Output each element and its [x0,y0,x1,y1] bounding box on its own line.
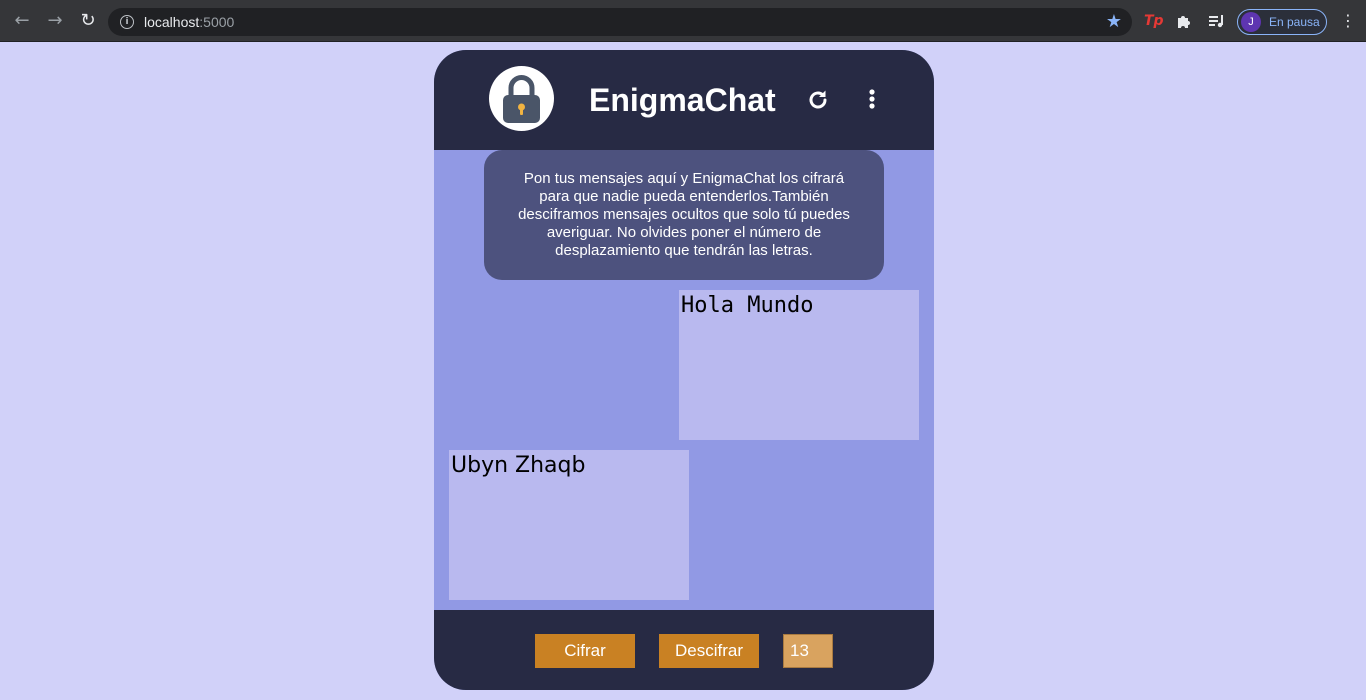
app-header: EnigmaChat [434,50,934,150]
message-output[interactable]: Ubyn Zhaqb [449,450,689,600]
intro-message: Pon tus mensajes aquí y EnigmaChat los c… [484,150,884,280]
media-queue-icon[interactable] [1208,10,1226,32]
url-host: localhost [144,14,200,30]
star-icon[interactable]: ★ [1106,11,1122,32]
app-footer: Cifrar Descifrar [434,610,934,690]
profile-status: En pausa [1269,15,1320,29]
tp-extension-icon[interactable]: Tp [1144,10,1164,32]
url-port: :5000 [199,14,235,30]
puzzle-icon[interactable] [1176,10,1192,32]
profile-button[interactable]: J En pausa [1237,9,1327,35]
vertical-dots-icon[interactable] [866,88,878,117]
chat-app-card: EnigmaChat Pon tus mensajes aquí y Enigm… [434,50,934,690]
message-input[interactable]: Hola Mundo [679,290,919,440]
decrypt-button[interactable]: Descifrar [659,634,759,668]
padlock-icon [489,66,554,131]
address-bar[interactable]: i localhost:5000 ★ [108,8,1132,36]
app-title: EnigmaChat [589,82,776,118]
back-arrow-icon[interactable]: ← [10,9,34,33]
info-icon[interactable]: i [120,15,134,29]
encrypt-button[interactable]: Cifrar [535,634,635,668]
avatar: J [1241,12,1261,32]
forward-arrow-icon[interactable]: → [43,9,67,33]
refresh-icon[interactable] [806,88,830,117]
reload-icon[interactable]: ↻ [76,9,100,33]
browser-toolbar: ← → ↻ i localhost:5000 ★ Tp J En pausa ⋮ [0,0,1366,42]
offset-input[interactable] [783,634,833,668]
kebab-menu-icon[interactable]: ⋮ [1340,10,1356,32]
url-text[interactable]: localhost:5000 [144,14,234,30]
